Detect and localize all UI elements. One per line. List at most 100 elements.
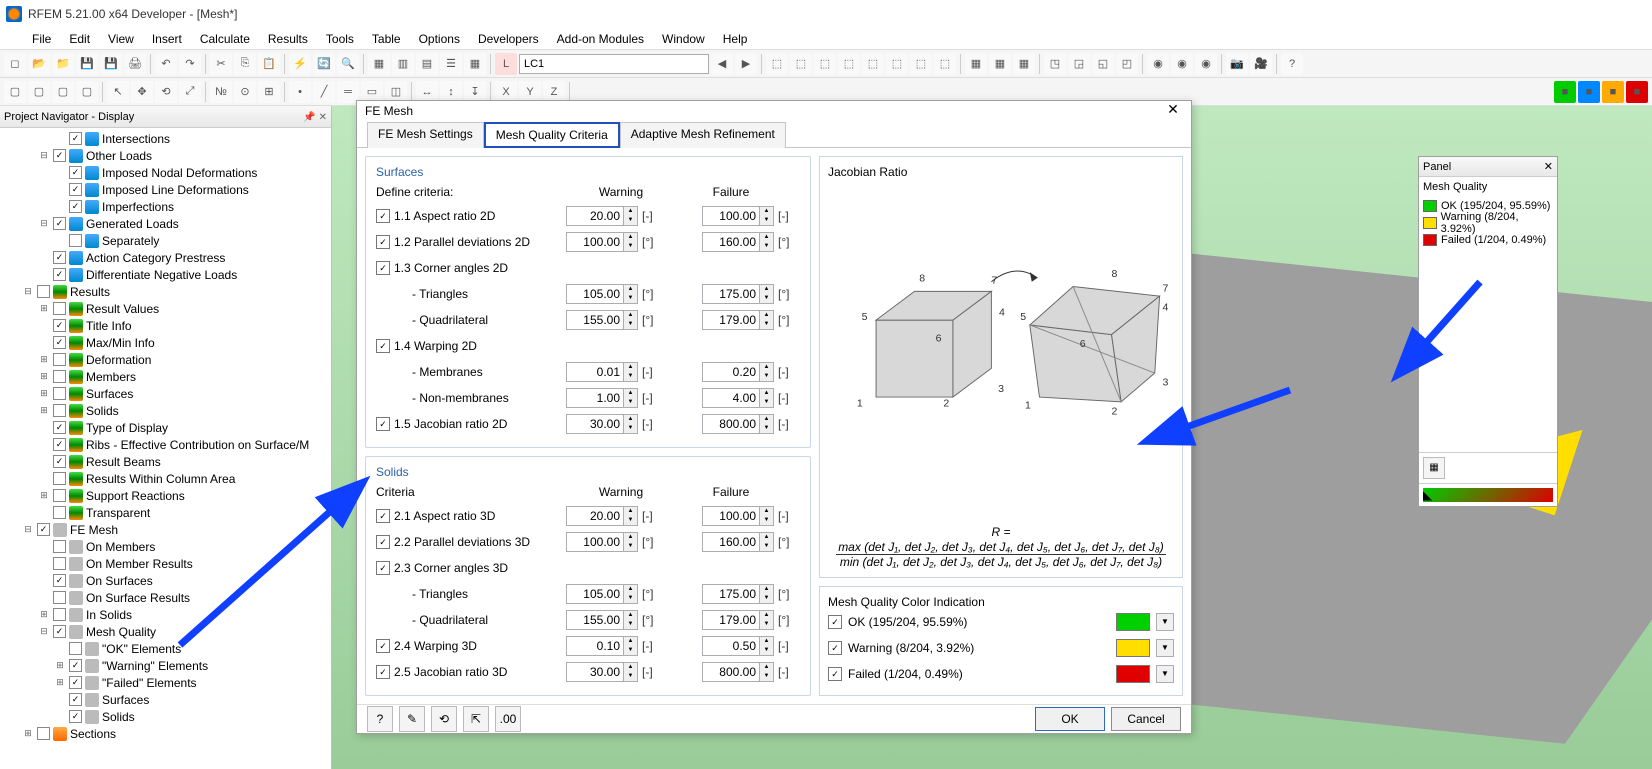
tree-checkbox[interactable]	[53, 336, 66, 349]
spin-down-icon[interactable]: ▼	[760, 424, 773, 433]
tree-checkbox[interactable]	[53, 251, 66, 264]
warning-input[interactable]: ▲▼	[566, 636, 638, 656]
tree-checkbox[interactable]	[69, 132, 82, 145]
tree-checkbox[interactable]	[53, 608, 66, 621]
expand-icon[interactable]: ⊞	[22, 728, 34, 739]
print-icon[interactable]: 🖨	[124, 53, 146, 75]
menu-file[interactable]: File	[24, 30, 59, 48]
tree-checkbox[interactable]	[69, 676, 82, 689]
warning-input-field[interactable]	[566, 506, 624, 526]
menu-options[interactable]: Options	[411, 30, 468, 48]
table-icon[interactable]: ▦	[368, 53, 390, 75]
warning-input[interactable]: ▲▼	[566, 362, 638, 382]
spin-down-icon[interactable]: ▼	[760, 242, 773, 251]
failure-input[interactable]: ▲▼	[702, 636, 774, 656]
color-checkbox[interactable]	[828, 641, 842, 655]
color-checkbox[interactable]	[828, 667, 842, 681]
menu-addon-modules[interactable]: Add-on Modules	[549, 30, 652, 48]
mesh3-icon[interactable]: ▦	[1013, 53, 1035, 75]
spin-up-icon[interactable]: ▲	[760, 585, 773, 594]
spin-down-icon[interactable]: ▼	[624, 646, 637, 655]
tree-checkbox[interactable]	[53, 438, 66, 451]
save-icon[interactable]: 💾	[76, 53, 98, 75]
expand-icon[interactable]: ⊞	[38, 388, 50, 399]
color-swatch[interactable]	[1116, 639, 1150, 657]
spin-down-icon[interactable]: ▼	[760, 646, 773, 655]
spin-down-icon[interactable]: ▼	[624, 294, 637, 303]
spin-up-icon[interactable]: ▲	[760, 207, 773, 216]
failure-input-field[interactable]	[702, 388, 760, 408]
expand-icon[interactable]: ⊟	[38, 218, 50, 229]
tree-checkbox[interactable]	[53, 574, 66, 587]
warning-input-field[interactable]	[566, 310, 624, 330]
tree-checkbox[interactable]	[53, 591, 66, 604]
failure-input-field[interactable]	[702, 414, 760, 434]
warning-input-field[interactable]	[566, 206, 624, 226]
grid-icon[interactable]: ▦	[464, 53, 486, 75]
tree-item[interactable]: ⊟Results	[0, 283, 331, 300]
tree-checkbox[interactable]	[53, 489, 66, 502]
warning-input[interactable]: ▲▼	[566, 532, 638, 552]
color-dropdown-icon[interactable]: ▼	[1156, 639, 1174, 657]
render1-icon[interactable]: ◉	[1147, 53, 1169, 75]
vid-icon[interactable]: 🎥	[1250, 53, 1272, 75]
warning-input[interactable]: ▲▼	[566, 284, 638, 304]
tb-g-icon[interactable]: ⬚	[910, 53, 932, 75]
failure-input[interactable]: ▲▼	[702, 284, 774, 304]
tree-item[interactable]: ⊞Members	[0, 368, 331, 385]
warning-input-field[interactable]	[566, 584, 624, 604]
spin-down-icon[interactable]: ▼	[624, 242, 637, 251]
save-all-icon[interactable]: 💾	[100, 53, 122, 75]
tree-checkbox[interactable]	[69, 200, 82, 213]
panel-icon[interactable]: ▤	[416, 53, 438, 75]
spin-up-icon[interactable]: ▲	[760, 389, 773, 398]
dialog-close-icon[interactable]: ✕	[1163, 101, 1183, 121]
spin-up-icon[interactable]: ▲	[760, 533, 773, 542]
tree-item[interactable]: Intersections	[0, 130, 331, 147]
expand-icon[interactable]: ⊞	[38, 609, 50, 620]
tree-checkbox[interactable]	[37, 285, 50, 298]
tab-fe-mesh-settings[interactable]: FE Mesh Settings	[367, 122, 484, 148]
spin-up-icon[interactable]: ▲	[624, 363, 637, 372]
select-icon[interactable]: ↖	[107, 81, 129, 103]
navigator-tree[interactable]: Intersections⊟Other LoadsImposed Nodal D…	[0, 128, 331, 769]
menu-view[interactable]: View	[100, 30, 142, 48]
tree-checkbox[interactable]	[53, 625, 66, 638]
warning-input-field[interactable]	[566, 662, 624, 682]
spin-down-icon[interactable]: ▼	[624, 542, 637, 551]
failure-input[interactable]: ▲▼	[702, 310, 774, 330]
tree-checkbox[interactable]	[69, 183, 82, 196]
failure-input[interactable]: ▲▼	[702, 362, 774, 382]
refresh-icon[interactable]: 🔄	[313, 53, 335, 75]
tb-b-icon[interactable]: ⬚	[790, 53, 812, 75]
warning-input[interactable]: ▲▼	[566, 610, 638, 630]
tree-item[interactable]: ⊟Generated Loads	[0, 215, 331, 232]
tree-checkbox[interactable]	[53, 370, 66, 383]
tb2-3-icon[interactable]: ▢	[52, 81, 74, 103]
spin-up-icon[interactable]: ▲	[624, 637, 637, 646]
line-icon[interactable]: ╱	[313, 81, 335, 103]
spin-up-icon[interactable]: ▲	[624, 663, 637, 672]
color1-icon[interactable]: ■	[1554, 81, 1576, 103]
spin-up-icon[interactable]: ▲	[624, 311, 637, 320]
spin-down-icon[interactable]: ▼	[624, 620, 637, 629]
criteria-checkbox[interactable]	[376, 261, 390, 275]
tree-checkbox[interactable]	[53, 506, 66, 519]
cut-icon[interactable]: ✂	[210, 53, 232, 75]
tree-item[interactable]: Separately	[0, 232, 331, 249]
criteria-checkbox[interactable]	[376, 339, 390, 353]
failure-input[interactable]: ▲▼	[702, 532, 774, 552]
tb-d-icon[interactable]: ⬚	[838, 53, 860, 75]
warning-input-field[interactable]	[566, 532, 624, 552]
tree-checkbox[interactable]	[53, 472, 66, 485]
view-xy-icon[interactable]: ◲	[1068, 53, 1090, 75]
tb2-1-icon[interactable]: ▢	[4, 81, 26, 103]
tab-adaptive-mesh-refinement[interactable]: Adaptive Mesh Refinement	[620, 122, 786, 148]
spin-down-icon[interactable]: ▼	[760, 398, 773, 407]
tree-checkbox[interactable]	[69, 642, 82, 655]
redo-icon[interactable]: ↷	[179, 53, 201, 75]
undo-icon[interactable]: ↶	[155, 53, 177, 75]
tree-item[interactable]: ⊞Sections	[0, 725, 331, 742]
panel-close-icon[interactable]: ✕	[1544, 160, 1553, 173]
warning-input[interactable]: ▲▼	[566, 584, 638, 604]
